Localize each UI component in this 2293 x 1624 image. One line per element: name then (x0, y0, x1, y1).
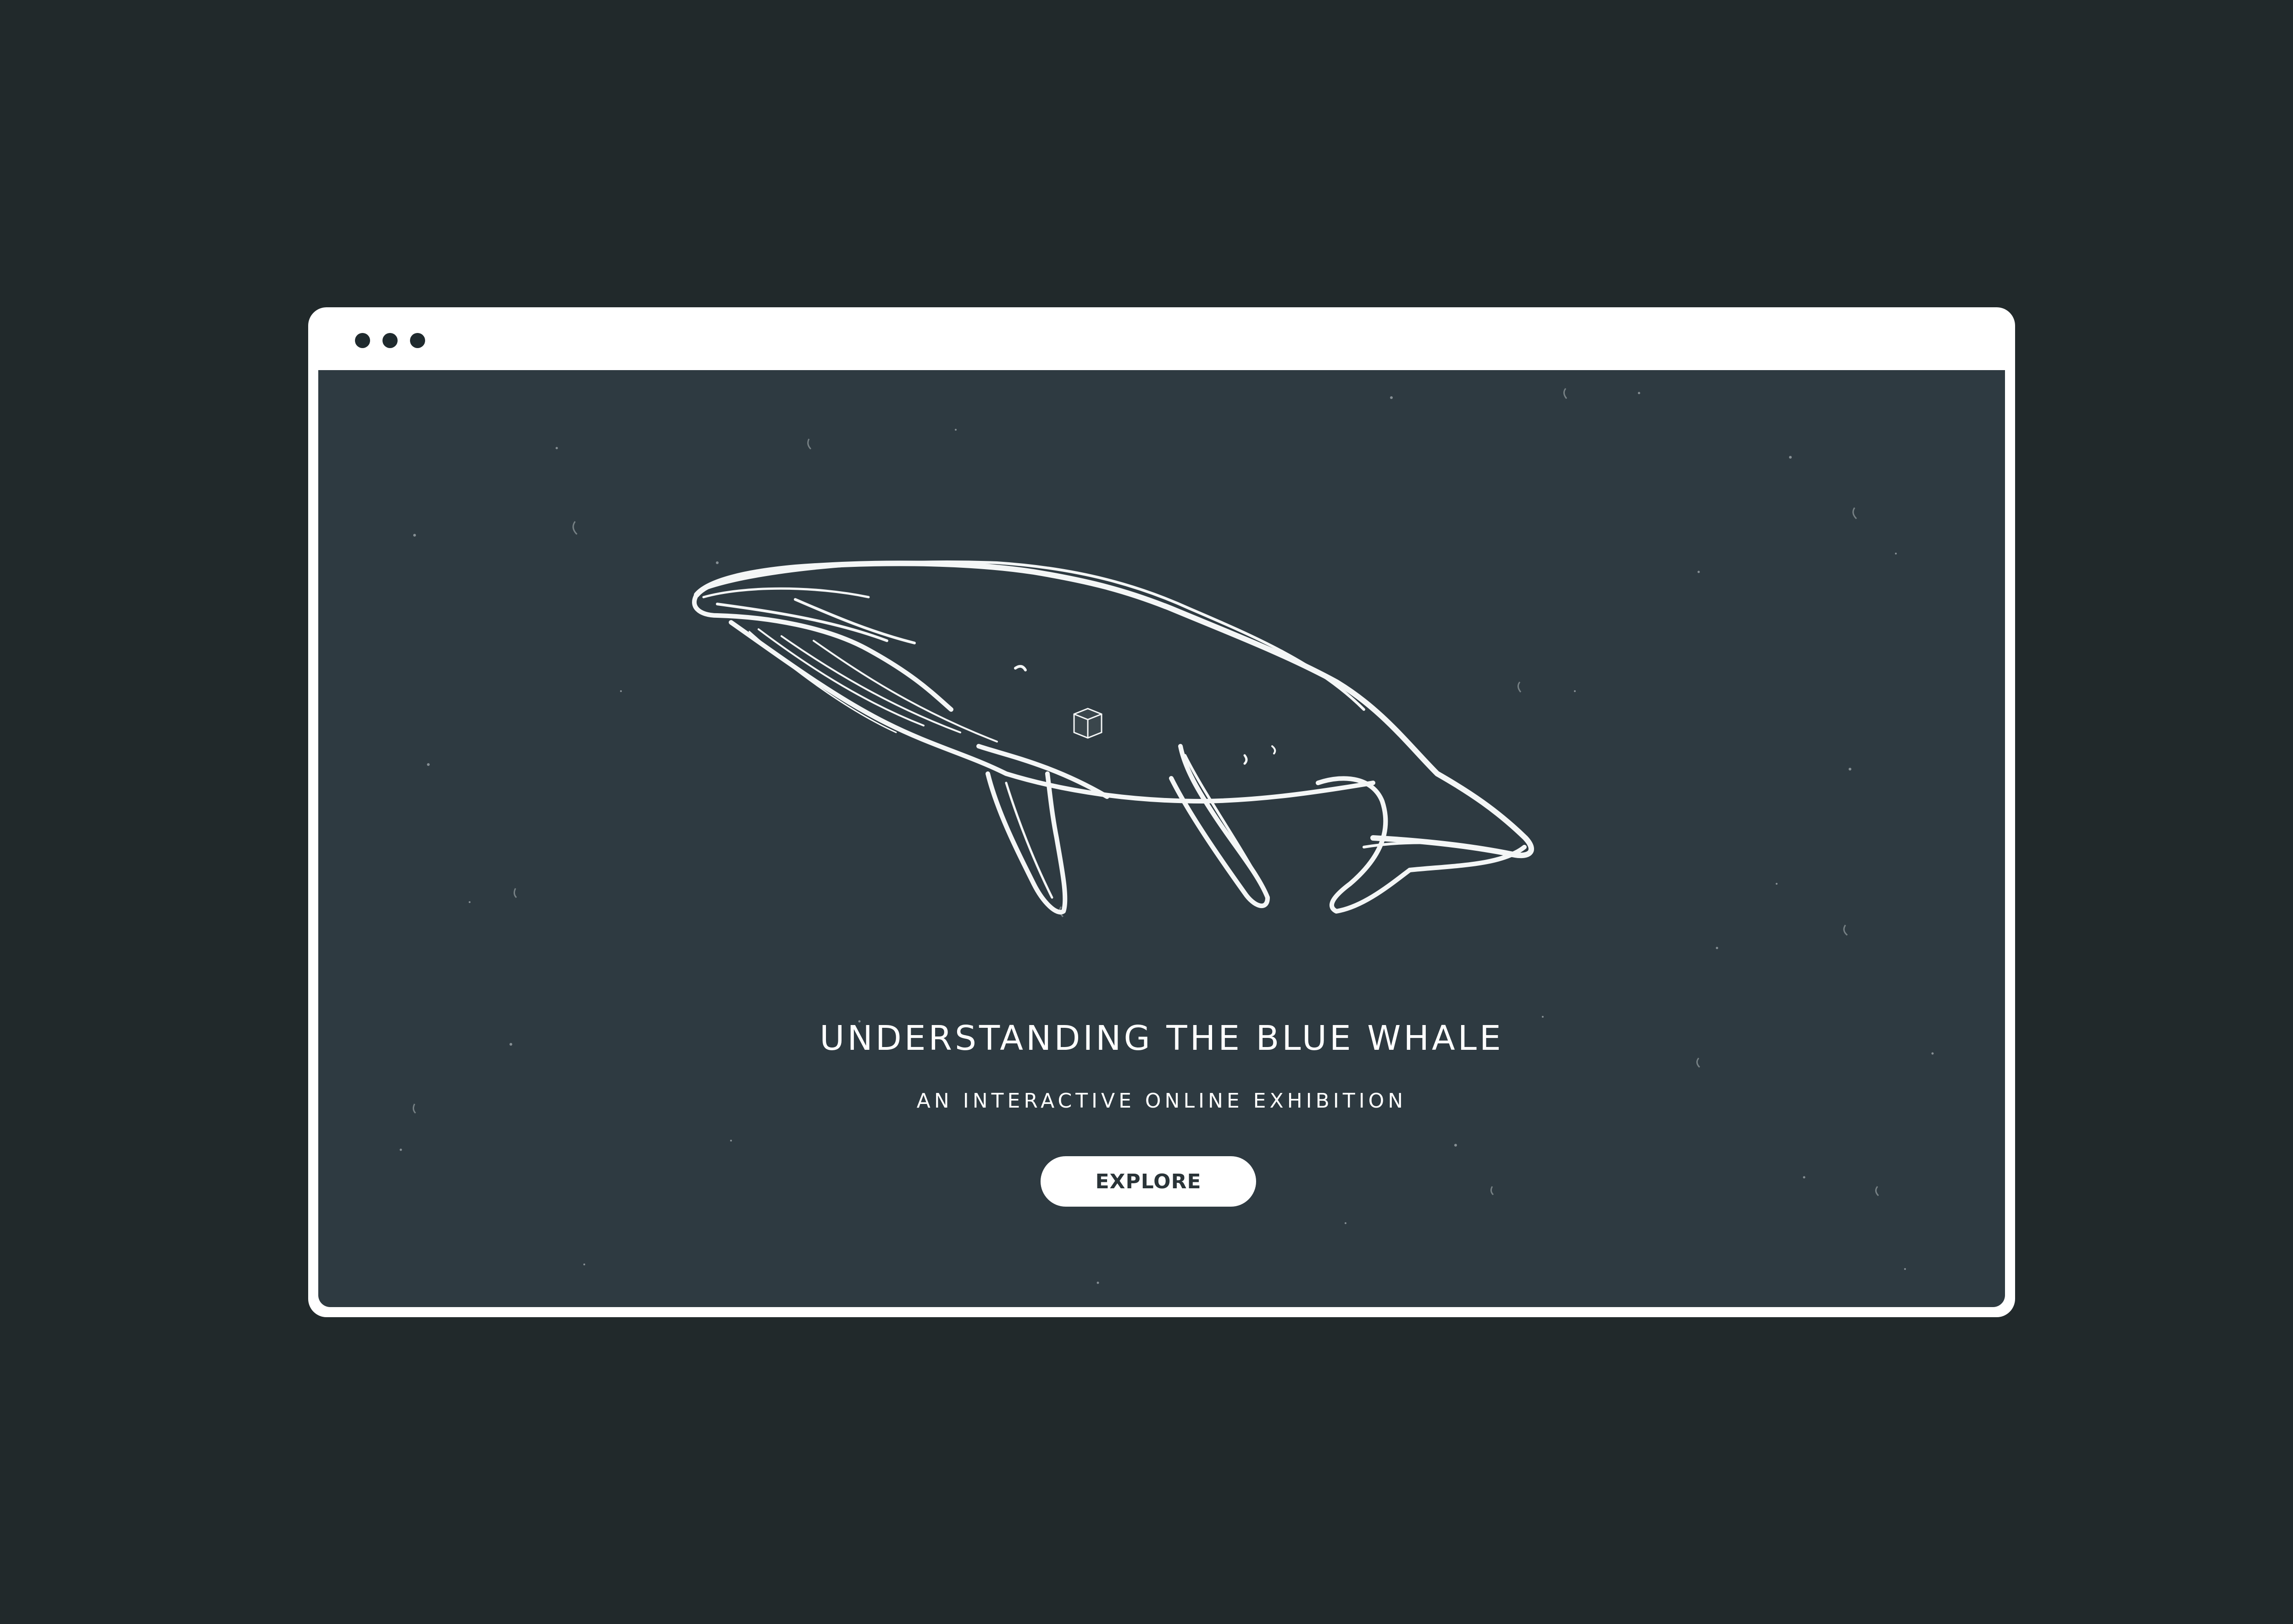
window-control-dot[interactable] (410, 333, 425, 348)
blue-whale-illustration (692, 560, 1534, 915)
browser-titlebar (308, 307, 2015, 370)
window-control-dot[interactable] (382, 333, 398, 348)
explore-button[interactable]: EXPLORE (1041, 1156, 1256, 1207)
cube-icon (1073, 708, 1102, 739)
window-control-dot[interactable] (355, 333, 370, 348)
page-viewport: UNDERSTANDING THE BLUE WHALE AN INTERACT… (318, 370, 2005, 1307)
browser-window: UNDERSTANDING THE BLUE WHALE AN INTERACT… (308, 307, 2015, 1317)
page-title: UNDERSTANDING THE BLUE WHALE (820, 1019, 1504, 1058)
page-subtitle: AN INTERACTIVE ONLINE EXHIBITION (916, 1089, 1407, 1113)
